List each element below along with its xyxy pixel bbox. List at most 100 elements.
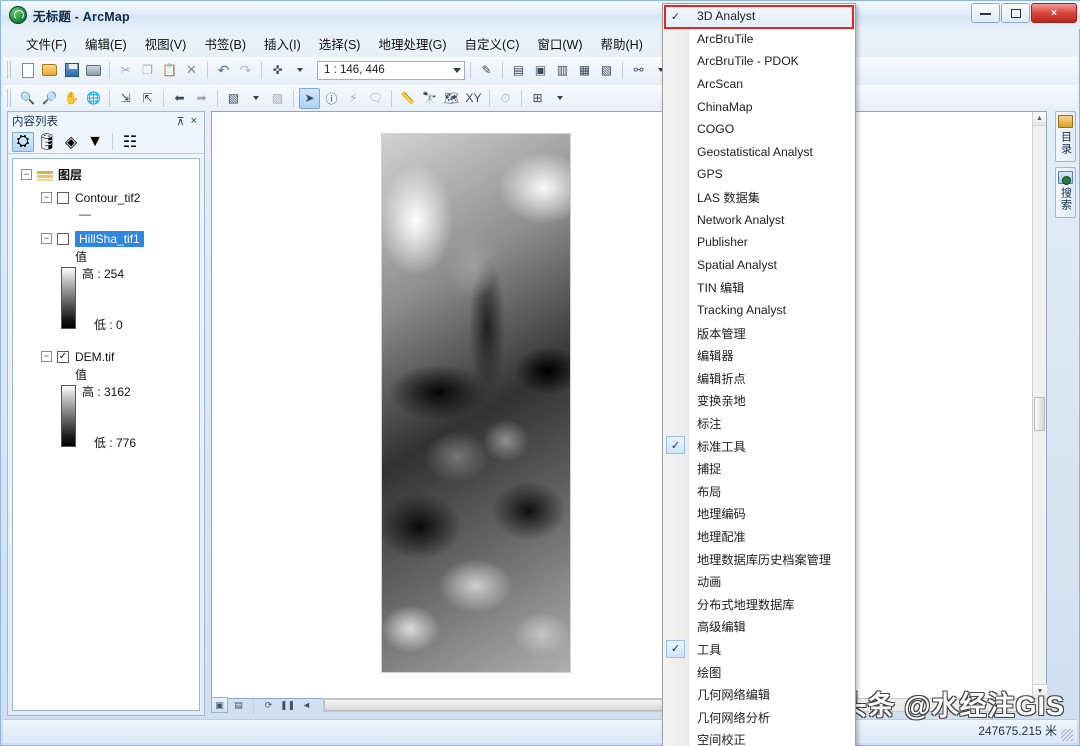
toolbar-grip[interactable]: [7, 61, 13, 79]
menu-item[interactable]: Spatial Analyst: [663, 254, 855, 277]
menu-item[interactable]: 分布式地理数据库: [663, 592, 855, 615]
menu-item[interactable]: Geostatistical Analyst: [663, 141, 855, 164]
add-data-dropdown[interactable]: [289, 60, 310, 81]
toolbar-grip[interactable]: [7, 89, 13, 107]
close-icon[interactable]: ×: [188, 115, 200, 127]
menu-item[interactable]: 几何网络分析: [663, 705, 855, 728]
dock-tab-search[interactable]: 搜索: [1055, 167, 1076, 218]
map-view[interactable]: ▲ ▼: [211, 111, 1047, 699]
menu-item[interactable]: ✓ 标准工具: [663, 434, 855, 457]
menu-item[interactable]: 几何网络编辑: [663, 683, 855, 706]
pan-button[interactable]: ✋: [61, 88, 82, 109]
chevron-down-icon[interactable]: [453, 67, 461, 73]
menu-item[interactable]: 绘图: [663, 660, 855, 683]
scrollbar-thumb[interactable]: [1034, 397, 1045, 431]
cut-button[interactable]: ✂: [115, 60, 136, 81]
table-of-contents-button[interactable]: ▤: [508, 60, 529, 81]
menu-item[interactable]: ✓ 3D Analyst: [663, 5, 855, 28]
python-window-button[interactable]: ▧: [596, 60, 617, 81]
editor-toolbar-button[interactable]: ✎: [476, 60, 497, 81]
toc-layer-hillshade[interactable]: − HillSha_tif1: [41, 229, 195, 248]
previous-extent-button[interactable]: ⬅: [169, 88, 190, 109]
add-data-button[interactable]: ✜: [267, 60, 288, 81]
find-route-button[interactable]: 🗺: [441, 88, 462, 109]
close-button[interactable]: ×: [1031, 3, 1077, 23]
refresh-button[interactable]: ⟳: [260, 697, 277, 713]
menu-item[interactable]: 版本管理: [663, 321, 855, 344]
go-to-xy-button[interactable]: XY: [463, 88, 484, 109]
menu-item[interactable]: TIN 编辑: [663, 276, 855, 299]
menu-item[interactable]: Network Analyst: [663, 208, 855, 231]
maximize-button[interactable]: [1001, 3, 1030, 23]
list-by-visibility-button[interactable]: ◈: [60, 132, 82, 152]
menu-insert[interactable]: 插入(I): [255, 31, 310, 56]
menu-item[interactable]: 地理编码: [663, 502, 855, 525]
menu-item[interactable]: 标注: [663, 412, 855, 435]
measure-button[interactable]: 📏: [397, 88, 418, 109]
paste-button[interactable]: 📋: [159, 60, 180, 81]
fixed-zoom-out-button[interactable]: ⇱: [137, 88, 158, 109]
menu-bookmarks[interactable]: 书签(B): [195, 31, 255, 56]
resize-grip[interactable]: [1061, 729, 1073, 741]
next-extent-button[interactable]: ➡: [191, 88, 212, 109]
full-extent-button[interactable]: 🌐: [83, 88, 104, 109]
zoom-in-button[interactable]: 🔍: [17, 88, 38, 109]
menu-item[interactable]: ✓ 工具: [663, 638, 855, 661]
menu-item[interactable]: ArcScan: [663, 73, 855, 96]
expander-icon[interactable]: −: [41, 351, 52, 362]
layer-visibility-checkbox[interactable]: [57, 191, 69, 204]
menu-item[interactable]: 编辑折点: [663, 367, 855, 390]
select-features-dropdown[interactable]: [245, 88, 266, 109]
expander-icon[interactable]: −: [21, 169, 32, 180]
copy-button[interactable]: ❐: [137, 60, 158, 81]
list-by-drawing-order-button[interactable]: ⛭: [12, 131, 34, 152]
menu-item[interactable]: 布局: [663, 479, 855, 502]
select-features-button[interactable]: ▧: [223, 88, 244, 109]
fixed-zoom-in-button[interactable]: ⇲: [115, 88, 136, 109]
menu-item[interactable]: Tracking Analyst: [663, 299, 855, 322]
map-scale-combo[interactable]: 1 : 146, 446: [317, 60, 465, 80]
expander-icon[interactable]: −: [41, 192, 52, 203]
scrollbar-left-arrow[interactable]: ◄: [298, 697, 315, 713]
toc-layer-contour[interactable]: − Contour_tif2: [41, 188, 195, 207]
print-button[interactable]: [83, 60, 104, 81]
modelbuilder-button[interactable]: ⚯: [628, 60, 649, 81]
open-button[interactable]: [39, 60, 60, 81]
menu-item[interactable]: 捕捉: [663, 457, 855, 480]
select-elements-button[interactable]: ➤: [299, 87, 320, 109]
new-map-button[interactable]: [17, 60, 38, 81]
html-popup-button[interactable]: 🗨: [365, 88, 386, 109]
menu-geoprocessing[interactable]: 地理处理(G): [369, 31, 455, 56]
menu-item[interactable]: 变换亲地: [663, 389, 855, 412]
menu-edit[interactable]: 编辑(E): [76, 31, 136, 56]
delete-button[interactable]: ✕: [181, 60, 202, 81]
menu-view[interactable]: 视图(V): [136, 31, 196, 56]
menu-file[interactable]: 文件(F): [17, 31, 76, 56]
clear-selection-button[interactable]: ▨: [267, 88, 288, 109]
time-slider-button[interactable]: ⏱: [495, 88, 516, 109]
menu-item[interactable]: ArcBruTile: [663, 28, 855, 51]
menu-selection[interactable]: 选择(S): [310, 31, 370, 56]
toc-root-layers[interactable]: − 图层: [21, 165, 195, 184]
menu-item[interactable]: ArcBruTile - PDOK: [663, 50, 855, 73]
menu-windows[interactable]: 窗口(W): [528, 31, 591, 56]
menu-item[interactable]: 地理数据库历史档案管理: [663, 547, 855, 570]
pin-icon[interactable]: ⊼: [174, 115, 188, 128]
redo-button[interactable]: ↷: [235, 60, 256, 81]
menu-item[interactable]: 编辑器: [663, 344, 855, 367]
layer-visibility-checkbox[interactable]: [57, 232, 69, 245]
toolbar-overflow-button[interactable]: [549, 88, 570, 109]
scroll-up-arrow[interactable]: ▲: [1033, 112, 1046, 126]
undo-button[interactable]: ↶: [213, 60, 234, 81]
menu-item[interactable]: Publisher: [663, 231, 855, 254]
menu-customize[interactable]: 自定义(C): [456, 31, 529, 56]
toc-options-button[interactable]: ☷: [119, 132, 141, 152]
data-view-button[interactable]: ▣: [211, 697, 228, 713]
toc-tree[interactable]: − 图层 − Contour_tif2 — − HillSha_tif1 值 高…: [12, 158, 200, 711]
create-viewer-window-button[interactable]: ⊞: [527, 88, 548, 109]
dock-tab-catalog[interactable]: 目录: [1055, 111, 1076, 162]
list-by-selection-button[interactable]: ▼: [84, 132, 106, 152]
expander-icon[interactable]: −: [41, 233, 52, 244]
menu-help[interactable]: 帮助(H): [592, 31, 652, 56]
toc-layer-dem[interactable]: − ✓ DEM.tif: [41, 347, 195, 366]
